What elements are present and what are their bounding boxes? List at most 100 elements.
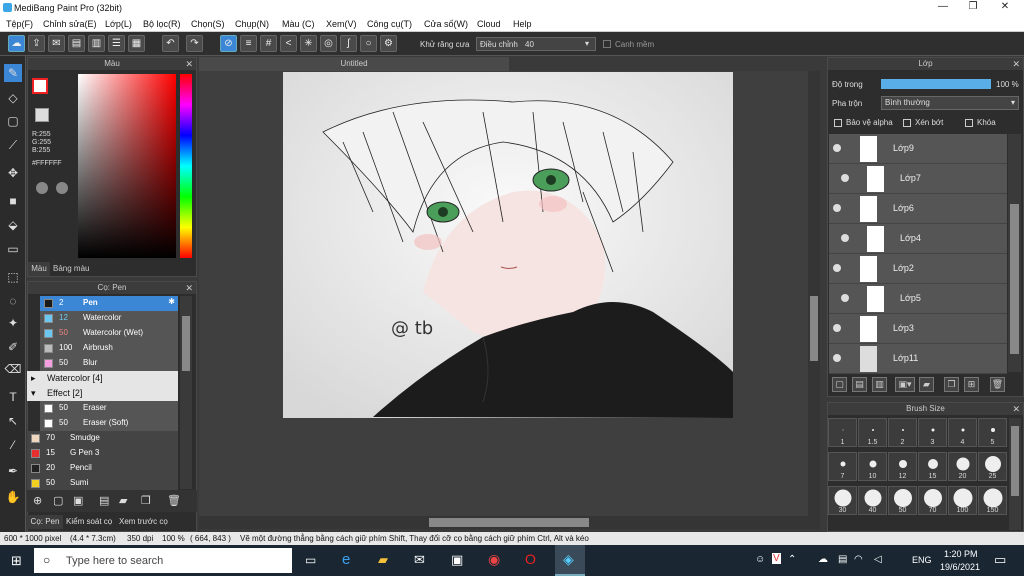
brush-size-option[interactable]: 10 — [858, 452, 887, 481]
people-icon[interactable]: ☺ — [755, 554, 765, 565]
text-tool-icon[interactable]: T — [4, 388, 22, 406]
maximize-button[interactable]: ❐ — [958, 1, 988, 16]
select-rect-icon[interactable]: ⬚ — [4, 268, 22, 286]
lasso-icon[interactable]: ◌ — [4, 292, 22, 310]
brush-size-option[interactable]: 15 — [918, 452, 947, 481]
layer-row[interactable]: Lớp5 — [829, 284, 1007, 314]
tab-palette[interactable]: Bảng màu — [53, 262, 93, 276]
menu-filter[interactable]: Bộ lọc(R) — [143, 19, 181, 29]
layer-row[interactable]: Lớp9 — [829, 134, 1007, 164]
hue-slider[interactable] — [180, 74, 192, 258]
undo-icon[interactable]: ↶ — [162, 35, 179, 52]
blend-mode-select[interactable]: Bình thường ▾ — [881, 96, 1019, 110]
windows-start-icon[interactable]: ⊞ — [11, 554, 25, 568]
brush-size-option[interactable]: 100 — [948, 486, 977, 515]
volume-icon[interactable]: ◁ — [874, 554, 882, 565]
comment-icon[interactable]: ✉ — [48, 35, 65, 52]
menu-select[interactable]: Chọn(S) — [191, 19, 225, 29]
brush-size-option[interactable]: 50 — [888, 486, 917, 515]
layer-row[interactable]: Lớp6 — [829, 194, 1007, 224]
brush-size-option[interactable]: 2 — [888, 418, 917, 447]
brush-settings-icon[interactable]: ▤ — [99, 494, 109, 507]
new-color-layer-icon[interactable]: ▥ — [872, 377, 887, 392]
page-icon[interactable]: ▥ — [88, 35, 105, 52]
canvas-vertical-scrollbar[interactable] — [808, 71, 820, 516]
brush-item[interactable]: 50 Blur — [40, 356, 178, 371]
task-view-icon[interactable]: ▭ — [305, 553, 316, 567]
clip-checkbox[interactable] — [903, 119, 911, 127]
brush-item[interactable]: 15 G Pen 3 — [27, 446, 178, 461]
brush-scrollbar[interactable] — [180, 296, 192, 489]
menu-file[interactable]: Tệp(F) — [6, 19, 33, 29]
layer-menu-icon[interactable]: ▣▾ — [895, 377, 915, 392]
tab-color[interactable]: Màu — [28, 262, 50, 276]
opera-icon[interactable]: O — [525, 551, 536, 567]
brush-size-option[interactable]: 150 — [978, 486, 1007, 515]
close-button[interactable]: ✕ — [990, 1, 1020, 16]
gradient-tool-icon[interactable]: ▭ — [4, 240, 22, 258]
brush-size-option[interactable]: 4 — [948, 418, 977, 447]
network-icon[interactable]: ▤ — [838, 554, 847, 565]
brush-menu-icon[interactable]: ▣ — [73, 494, 83, 507]
bucket-tool-icon[interactable]: ⬙ — [4, 216, 22, 234]
chevron-up-icon[interactable]: ⌃ — [788, 554, 796, 565]
cloud-icon[interactable]: ☁ — [8, 35, 25, 52]
redo-icon[interactable]: ↷ — [186, 35, 203, 52]
mail-icon[interactable]: ✉ — [414, 552, 425, 568]
brush-group-watercolor[interactable]: ▸ Watercolor [4] — [27, 371, 178, 386]
new-brush-icon[interactable]: ▢ — [53, 494, 63, 507]
snap-vanish-icon[interactable]: < — [280, 35, 297, 52]
eye-icon[interactable] — [833, 354, 841, 362]
brush-item[interactable]: 50 Sumi — [27, 476, 178, 491]
clock-time[interactable]: 1:20 PM — [944, 549, 978, 559]
snap-parallel-icon[interactable]: ≡ — [240, 35, 257, 52]
layer-row[interactable]: Lớp7 — [829, 164, 1007, 194]
taskbar-search[interactable]: ○ Type here to search — [34, 548, 292, 573]
eye-icon[interactable] — [833, 264, 841, 272]
palette-icon[interactable] — [36, 182, 48, 194]
protect-alpha-checkbox[interactable] — [834, 119, 842, 127]
dot-tool-icon[interactable]: ▢ — [4, 112, 22, 130]
opacity-slider[interactable] — [881, 79, 991, 89]
snap-curve-icon[interactable]: ʃ — [340, 35, 357, 52]
layer-row[interactable]: Lớp3 — [829, 314, 1007, 344]
brush-item-pen[interactable]: 2 Pen ✱ — [40, 296, 178, 311]
snap-radial-icon[interactable]: ✳ — [300, 35, 317, 52]
file-explorer-icon[interactable]: ▰ — [378, 552, 388, 568]
canvas-horizontal-scrollbar[interactable] — [199, 516, 820, 529]
snap-settings-icon[interactable]: ⚙ — [380, 35, 397, 52]
menu-color[interactable]: Màu (C) — [282, 19, 315, 29]
brush-size-option[interactable]: 3 — [918, 418, 947, 447]
snap-circle-icon[interactable]: ◎ — [320, 35, 337, 52]
snap-ellipse-icon[interactable]: ○ — [360, 35, 377, 52]
tab-brush-control[interactable]: Kiểm soát cọ — [66, 515, 116, 529]
eye-icon[interactable] — [841, 294, 849, 302]
merge-layer-icon[interactable]: ⊞ — [964, 377, 979, 392]
add-brush-icon[interactable]: ⊕ — [33, 494, 42, 507]
eye-icon[interactable] — [841, 174, 849, 182]
saturation-value-picker[interactable] — [78, 74, 176, 258]
brush-item[interactable]: 50 Watercolor (Wet) — [40, 326, 178, 341]
brush-group-effect[interactable]: ▾ Effect [2] — [27, 386, 178, 401]
brush-size-option[interactable]: 7 — [828, 452, 857, 481]
brush-size-option[interactable]: 5 — [978, 418, 1007, 447]
new-halftone-layer-icon[interactable]: ▤ — [852, 377, 867, 392]
close-icon[interactable]: ✕ — [1012, 58, 1020, 70]
chrome-icon[interactable]: ◉ — [488, 551, 500, 568]
brush-size-option[interactable]: 70 — [918, 486, 947, 515]
close-icon[interactable]: ✕ — [1012, 403, 1020, 415]
canvas-area[interactable]: @ tb — [199, 71, 820, 516]
brush-size-option[interactable]: 20 — [948, 452, 977, 481]
eraser-tool-icon[interactable]: ◇ — [4, 89, 22, 107]
menu-layer[interactable]: Lớp(L) — [105, 19, 132, 29]
tab-brush-preview[interactable]: Xem trước cọ — [119, 515, 177, 529]
menu-view[interactable]: Xem(V) — [326, 19, 357, 29]
brush-size-option[interactable]: 1 — [828, 418, 857, 447]
layer-row[interactable]: Lớp2 — [829, 254, 1007, 284]
eye-icon[interactable] — [833, 204, 841, 212]
eye-icon[interactable] — [841, 234, 849, 242]
divide-tool-icon[interactable]: ⁄ — [4, 436, 22, 454]
brush-item[interactable]: 70 Smudge — [27, 431, 178, 446]
move-tool-icon[interactable]: ✥ — [4, 164, 22, 182]
adjust-field[interactable]: Điều chỉnh 40 ▾ — [476, 37, 596, 51]
